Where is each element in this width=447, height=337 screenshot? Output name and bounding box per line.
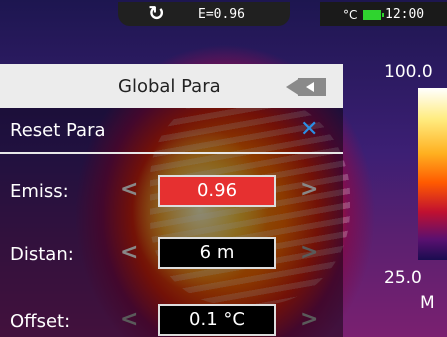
mode-indicator: M: [420, 293, 435, 313]
scale-min-value: 25.0: [384, 268, 422, 288]
offset-value[interactable]: 0.1 °C: [158, 304, 276, 336]
distan-label: Distan:: [10, 244, 74, 265]
chevron-left-icon[interactable]: <: [120, 177, 138, 202]
scale-max-value: 100.0: [384, 62, 433, 82]
offset-label: Offset:: [10, 311, 71, 332]
emissivity-status: E=0.96: [198, 7, 245, 22]
chevron-right-icon[interactable]: >: [300, 240, 318, 265]
chevron-left-icon[interactable]: <: [120, 307, 138, 332]
thermal-camera-screen: ↻ E=0.96 °C 12:00 100.0 25.0 M Global Pa…: [0, 0, 447, 337]
emiss-label: Emiss:: [10, 181, 69, 202]
back-arrow-icon[interactable]: [286, 78, 326, 96]
chevron-right-icon[interactable]: >: [300, 307, 318, 332]
chevron-left-icon[interactable]: <: [120, 240, 138, 265]
global-para-menu: Global Para Reset Para ✕ Emiss: < 0.96 >…: [0, 64, 343, 337]
color-scale-bar: [418, 88, 447, 260]
chevron-right-icon[interactable]: >: [300, 177, 318, 202]
refresh-icon[interactable]: ↻: [148, 3, 165, 23]
status-bar: ↻ E=0.96 °C 12:00: [0, 0, 447, 28]
close-icon[interactable]: ✕: [300, 117, 318, 142]
emiss-value[interactable]: 0.96: [158, 175, 276, 207]
temperature-unit: °C: [343, 8, 358, 22]
divider: [0, 152, 343, 154]
reset-para-item[interactable]: Reset Para: [10, 120, 106, 141]
menu-header: Global Para: [0, 64, 343, 108]
menu-title: Global Para: [118, 76, 221, 97]
battery-icon: [363, 10, 384, 20]
menu-body: [0, 108, 343, 337]
distan-value[interactable]: 6 m: [158, 237, 276, 269]
clock: 12:00: [385, 7, 425, 22]
